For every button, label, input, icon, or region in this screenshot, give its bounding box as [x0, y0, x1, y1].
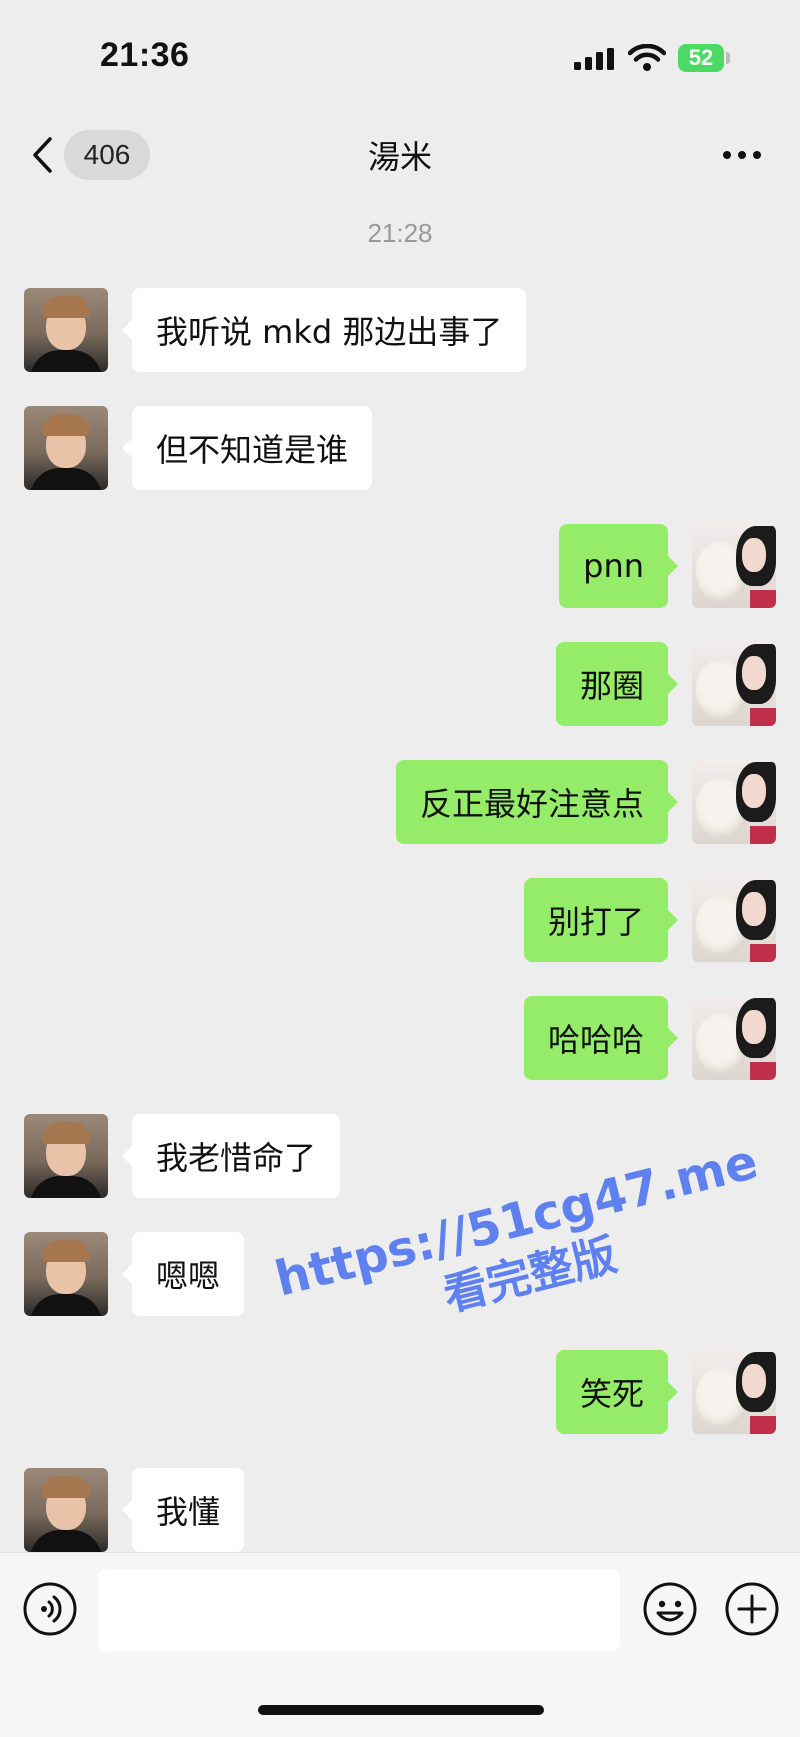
status-time: 21:36 [100, 36, 190, 74]
emoji-icon[interactable] [642, 1581, 698, 1637]
message-row: 我老惜命了 [0, 1114, 800, 1200]
message-timestamp: 21:28 [367, 218, 433, 248]
battery-tip [726, 52, 730, 64]
signal-icon [574, 48, 614, 70]
outgoing-message-bubble[interactable]: pnn [559, 524, 678, 608]
message-row: 别打了 [0, 878, 800, 964]
outgoing-message-bubble[interactable]: 别打了 [523, 878, 679, 962]
incoming-message-bubble[interactable]: 我听说 mkd 那边出事了 [121, 288, 527, 372]
battery-level: 52 [688, 45, 714, 70]
incoming-message-bubble[interactable]: 但不知道是谁 [121, 406, 373, 490]
contact-avatar[interactable] [24, 406, 108, 490]
battery-charging-icon: 52 [678, 44, 724, 72]
contact-avatar[interactable] [24, 1232, 108, 1316]
contact-avatar[interactable] [24, 288, 108, 372]
voice-icon[interactable] [22, 1581, 78, 1637]
nav-bar: 406 湯米 [0, 110, 800, 200]
self-avatar[interactable] [692, 642, 776, 726]
input-bar [0, 1552, 800, 1737]
wifi-icon [628, 44, 666, 71]
self-avatar[interactable] [692, 878, 776, 962]
message-input[interactable] [98, 1569, 620, 1651]
message-row: pnn [0, 524, 800, 610]
message-row: 嗯嗯 [0, 1232, 800, 1318]
message-row: 反正最好注意点 [0, 760, 800, 846]
message-row: 笑死 [0, 1350, 800, 1436]
self-avatar[interactable] [692, 760, 776, 844]
outgoing-message-bubble[interactable]: 那圈 [555, 642, 679, 726]
status-bar: 21:36 52 [0, 0, 800, 110]
incoming-message-bubble[interactable]: 我老惜命了 [121, 1114, 341, 1198]
incoming-message-bubble[interactable]: 我懂 [121, 1468, 245, 1552]
more-icon[interactable] [722, 150, 762, 160]
contact-avatar[interactable] [24, 1468, 108, 1552]
self-avatar[interactable] [692, 1350, 776, 1434]
message-row: 那圈 [0, 642, 800, 728]
message-row: 哈哈哈 [0, 996, 800, 1082]
plus-icon[interactable] [724, 1581, 780, 1637]
self-avatar[interactable] [692, 996, 776, 1080]
incoming-message-bubble[interactable]: 嗯嗯 [121, 1232, 245, 1316]
outgoing-message-bubble[interactable]: 哈哈哈 [523, 996, 679, 1080]
contact-avatar[interactable] [24, 1114, 108, 1198]
message-row: 但不知道是谁 [0, 406, 800, 492]
outgoing-message-bubble[interactable]: 反正最好注意点 [395, 760, 679, 844]
message-row: 我懂 [0, 1468, 800, 1554]
message-row: 我听说 mkd 那边出事了 [0, 288, 800, 374]
chat-title: 湯米 [367, 138, 432, 176]
outgoing-message-bubble[interactable]: 笑死 [555, 1350, 679, 1434]
home-indicator [258, 1705, 544, 1715]
self-avatar[interactable] [692, 524, 776, 608]
